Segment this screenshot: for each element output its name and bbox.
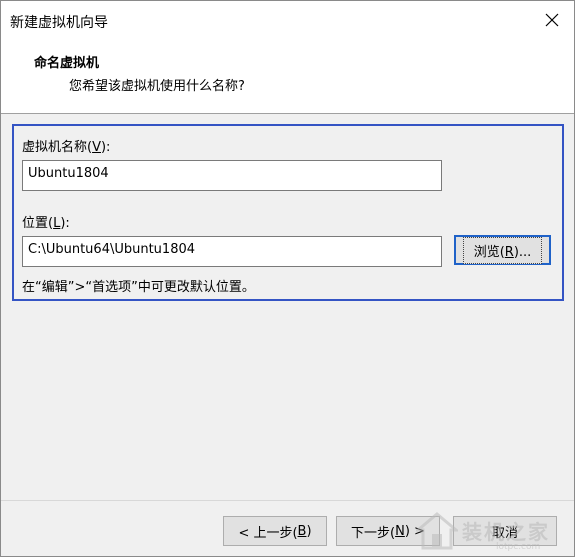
location-hint: 在“编辑”>“首选项”中可更改默认位置。	[22, 280, 255, 295]
location-input[interactable]: C:\Ubuntu64\Ubuntu1804	[22, 236, 442, 267]
vm-name-label: 虚拟机名称(V):	[22, 140, 111, 155]
browse-button-label: 浏览(R)...	[462, 236, 543, 264]
house-logo-icon	[416, 512, 458, 550]
form-group: 虚拟机名称(V): Ubuntu1804 位置(L): C:\Ubuntu64\…	[12, 124, 564, 301]
watermark-text: 装机之家	[462, 520, 550, 544]
location-label: 位置(L):	[22, 216, 70, 231]
window-title: 新建虚拟机向导	[10, 15, 108, 31]
title-bar: 新建虚拟机向导	[1, 1, 574, 39]
watermark: 装机之家 lotpc.com	[408, 508, 568, 554]
wizard-content: 虚拟机名称(V): Ubuntu1804 位置(L): C:\Ubuntu64\…	[1, 114, 574, 500]
wizard-footer: < 上一步(B) 下一步(N) > 取消 装机之家 lotpc.com	[1, 500, 574, 556]
page-subtitle: 您希望该虚拟机使用什么名称?	[69, 79, 245, 94]
close-icon	[545, 13, 559, 27]
wizard-window: 新建虚拟机向导 命名虚拟机 您希望该虚拟机使用什么名称? 虚拟机名称(V): U…	[0, 0, 575, 557]
wizard-header: 命名虚拟机 您希望该虚拟机使用什么名称?	[1, 39, 574, 114]
close-button[interactable]	[534, 5, 570, 35]
vm-name-input[interactable]: Ubuntu1804	[22, 160, 442, 191]
browse-button[interactable]: 浏览(R)...	[454, 235, 551, 265]
back-button[interactable]: < 上一步(B)	[223, 516, 327, 546]
watermark-url: lotpc.com	[496, 542, 541, 552]
page-title: 命名虚拟机	[34, 56, 100, 71]
